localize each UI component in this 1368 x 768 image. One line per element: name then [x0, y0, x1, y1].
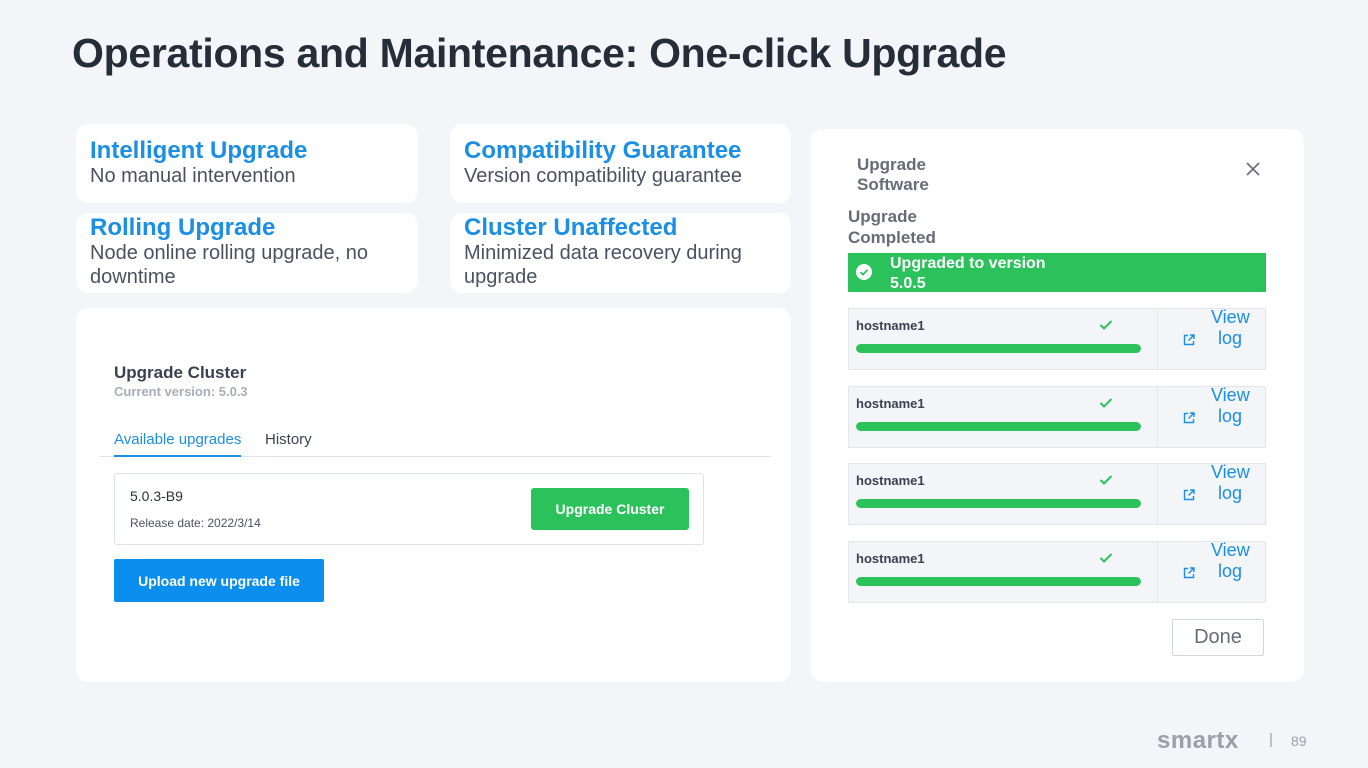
- progress-fill: [856, 422, 1141, 431]
- host-name: hostname1: [856, 396, 925, 411]
- host-row: hostname1 View log: [848, 462, 1266, 525]
- upgrade-version: 5.0.3-B9: [130, 488, 183, 504]
- upgrade-cluster-panel: Upgrade Cluster Current version: 5.0.3 A…: [76, 308, 791, 682]
- tab-history[interactable]: History: [265, 431, 312, 454]
- view-log-link[interactable]: View log: [1211, 385, 1250, 427]
- check-icon: [1099, 553, 1113, 563]
- feature-title: Compatibility Guarantee: [464, 137, 742, 164]
- host-row: hostname1 View log: [848, 540, 1266, 603]
- divider: [1157, 542, 1158, 602]
- upload-upgrade-file-button[interactable]: Upload new upgrade file: [114, 559, 324, 602]
- smartx-logo: smartx: [1157, 727, 1239, 754]
- progress-fill: [856, 577, 1141, 586]
- success-message: Upgraded to version 5.0.5: [890, 255, 1046, 292]
- success-banner: Upgraded to version 5.0.5: [848, 253, 1266, 292]
- tab-available-upgrades[interactable]: Available upgrades: [114, 431, 242, 457]
- upgrade-cluster-button[interactable]: Upgrade Cluster: [531, 488, 689, 530]
- page-title: Operations and Maintenance: One-click Up…: [72, 30, 1007, 76]
- footer-separator: |: [1269, 731, 1273, 748]
- feature-title: Cluster Unaffected: [464, 214, 678, 241]
- progress-fill: [856, 499, 1141, 508]
- view-log-link[interactable]: View log: [1211, 540, 1250, 582]
- feature-description: Version compatibility guarantee: [464, 165, 742, 187]
- external-link-icon[interactable]: [1182, 411, 1196, 425]
- divider: [1157, 387, 1158, 447]
- page-number: 89: [1291, 733, 1307, 749]
- current-version: Current version: 5.0.3: [114, 384, 248, 399]
- release-date: Release date: 2022/3/14: [130, 516, 261, 530]
- done-button[interactable]: Done: [1172, 619, 1264, 656]
- host-progress-bar: [856, 499, 1141, 508]
- divider: [1157, 309, 1158, 369]
- check-circle-icon: [856, 264, 872, 280]
- feature-description: Minimized data recovery during upgrade: [464, 242, 742, 288]
- host-name: hostname1: [856, 318, 925, 333]
- feature-card-compatibility-guarantee: Compatibility Guarantee Version compatib…: [450, 124, 791, 203]
- external-link-icon[interactable]: [1182, 333, 1196, 347]
- external-link-icon[interactable]: [1182, 488, 1196, 502]
- check-icon: [1099, 320, 1113, 330]
- feature-title: Rolling Upgrade: [90, 214, 276, 241]
- divider: [1157, 464, 1158, 524]
- view-log-link[interactable]: View log: [1211, 307, 1250, 349]
- dialog-title: Upgrade Software: [857, 155, 929, 194]
- feature-description: Node online rolling upgrade, no downtime: [90, 242, 368, 288]
- feature-card-intelligent-upgrade: Intelligent Upgrade No manual interventi…: [76, 124, 418, 203]
- check-icon: [1099, 475, 1113, 485]
- host-name: hostname1: [856, 473, 925, 488]
- view-log-link[interactable]: View log: [1211, 462, 1250, 504]
- feature-card-cluster-unaffected: Cluster Unaffected Minimized data recove…: [450, 213, 791, 293]
- external-link-icon[interactable]: [1182, 566, 1196, 580]
- tab-bar: Available upgrades History: [100, 426, 771, 457]
- upgrade-status-label: Upgrade Completed: [848, 207, 936, 247]
- upgrade-software-dialog: Upgrade Software Upgrade Completed Upgra…: [811, 129, 1304, 682]
- host-name: hostname1: [856, 551, 925, 566]
- host-row: hostname1 View log: [848, 307, 1266, 370]
- progress-fill: [856, 344, 1141, 353]
- host-progress-bar: [856, 344, 1141, 353]
- host-progress-bar: [856, 422, 1141, 431]
- panel-title: Upgrade Cluster: [114, 363, 247, 382]
- feature-card-rolling-upgrade: Rolling Upgrade Node online rolling upgr…: [76, 213, 418, 293]
- upgrade-list-item: 5.0.3-B9 Release date: 2022/3/14 Upgrade…: [114, 473, 704, 545]
- check-icon: [1099, 398, 1113, 408]
- feature-title: Intelligent Upgrade: [90, 137, 308, 164]
- host-progress-bar: [856, 577, 1141, 586]
- close-icon[interactable]: [1243, 159, 1263, 179]
- feature-description: No manual intervention: [90, 165, 296, 187]
- host-row: hostname1 View log: [848, 385, 1266, 448]
